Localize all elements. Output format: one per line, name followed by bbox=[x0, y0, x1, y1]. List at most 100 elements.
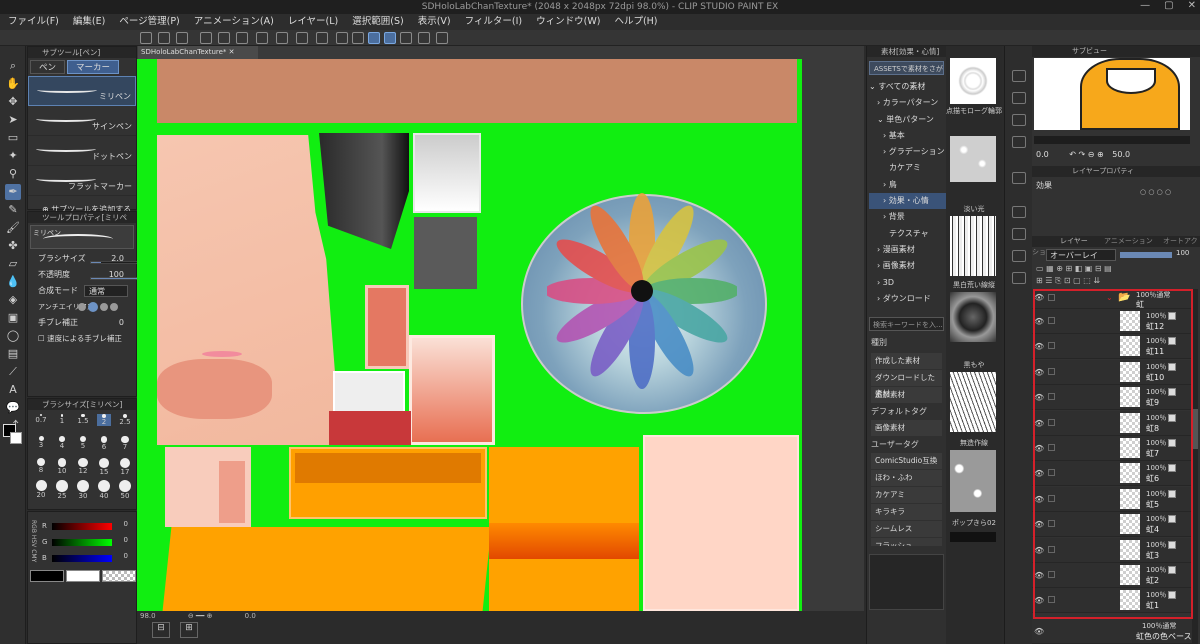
deselect-icon[interactable] bbox=[336, 32, 348, 44]
speed-stabilization-row[interactable]: ☐ 速度による手ブレ補正 bbox=[28, 331, 136, 347]
operation-tool-icon[interactable]: ➤ bbox=[5, 112, 21, 128]
tab-pen[interactable]: ペン bbox=[30, 60, 66, 74]
material-thumb-4[interactable] bbox=[950, 292, 996, 342]
brush-size-option[interactable]: 50 bbox=[118, 480, 132, 500]
auto-select-tool-icon[interactable]: ✦ bbox=[5, 148, 21, 164]
main-color-chip[interactable] bbox=[30, 570, 64, 582]
info-icon[interactable] bbox=[1012, 114, 1026, 126]
nav-angle[interactable]: 0.0 bbox=[1036, 150, 1049, 159]
aa-weak-option[interactable] bbox=[88, 302, 98, 312]
ruler-tool-icon[interactable]: ⟋ bbox=[5, 364, 21, 380]
fill-icon[interactable] bbox=[296, 32, 308, 44]
subtool-item-flatmarker[interactable]: フラットマーカー bbox=[28, 166, 136, 196]
aa-medium-option[interactable] bbox=[100, 303, 108, 311]
menu-selection[interactable]: 選択範囲(S) bbox=[352, 14, 403, 30]
brush-size-option[interactable]: 0.7 bbox=[34, 414, 48, 424]
rotate-icons[interactable]: ↶ ↷ ⊖ ⊕ bbox=[1069, 150, 1103, 159]
redo-icon[interactable] bbox=[236, 32, 248, 44]
new-icon[interactable] bbox=[140, 32, 152, 44]
clear-icon[interactable] bbox=[276, 32, 288, 44]
maximize-icon[interactable]: ▢ bbox=[1164, 0, 1173, 14]
opacity-row[interactable]: 不透明度 100 bbox=[28, 267, 140, 283]
material-search-input[interactable]: 検索キーワードを入... bbox=[869, 317, 944, 332]
save-icon[interactable] bbox=[176, 32, 188, 44]
tree-image[interactable]: › 画像素材 bbox=[869, 258, 946, 274]
tree-effect[interactable]: › 効果・心情 bbox=[869, 193, 946, 210]
menu-layer[interactable]: レイヤー(L) bbox=[288, 14, 338, 30]
tree-manga[interactable]: › 漫画素材 bbox=[869, 242, 946, 258]
settings-icon[interactable] bbox=[256, 32, 268, 44]
material-thumb-1[interactable] bbox=[950, 58, 996, 104]
pen-tool-icon[interactable]: ✒ bbox=[5, 184, 21, 200]
nav-zoom[interactable]: 50.0 bbox=[1112, 150, 1130, 159]
search-layer-icon[interactable] bbox=[1012, 206, 1026, 218]
airbrush-tool-icon[interactable]: ✤ bbox=[5, 238, 21, 254]
tree-all[interactable]: ⌄ すべての素材 bbox=[869, 79, 946, 95]
aa-strong-option[interactable] bbox=[110, 303, 118, 311]
tag-seamless[interactable]: シームレス bbox=[871, 521, 942, 538]
text-tool-icon[interactable]: A bbox=[5, 382, 21, 398]
tag-image-material[interactable]: 画像素材 bbox=[871, 420, 942, 437]
snap-grid-icon[interactable] bbox=[400, 32, 412, 44]
transparent-color-chip[interactable] bbox=[102, 570, 136, 582]
brush-size-option[interactable]: 1.5 bbox=[76, 414, 90, 425]
tree-basic[interactable]: › 基本 bbox=[869, 128, 946, 144]
tab-marker[interactable]: マーカー bbox=[67, 60, 120, 74]
stabilization-row[interactable]: 手ブレ補正 0 bbox=[28, 315, 136, 331]
tree-download[interactable]: › ダウンロード bbox=[869, 291, 946, 307]
menu-file[interactable]: ファイル(F) bbox=[8, 14, 59, 30]
subtool-item-millipen[interactable]: ミリペン bbox=[28, 76, 136, 106]
tag-fuwa[interactable]: ほわ・ふわ bbox=[871, 470, 942, 487]
brush-size-option[interactable]: 25 bbox=[55, 480, 69, 500]
color-mode-hsv[interactable]: HSV bbox=[30, 535, 37, 547]
material-thumb-3[interactable] bbox=[950, 216, 996, 276]
brush-size-option[interactable]: 17 bbox=[118, 458, 132, 476]
material-thumb-2[interactable] bbox=[950, 136, 996, 182]
snap-special-ruler-icon[interactable] bbox=[384, 32, 396, 44]
subview-preview[interactable] bbox=[1034, 58, 1190, 130]
assets-icon[interactable] bbox=[436, 32, 448, 44]
eyedropper-tool-icon[interactable]: ⚲ bbox=[5, 166, 21, 182]
brush-size-option[interactable]: 2.5 bbox=[118, 414, 132, 426]
canvas-artwork[interactable] bbox=[137, 59, 802, 611]
auto-action-icon[interactable] bbox=[1012, 272, 1026, 284]
tree-kakeami[interactable]: カケアミ bbox=[869, 160, 946, 176]
brush-size-row[interactable]: ブラシサイズ 2.0 bbox=[28, 251, 140, 267]
frame-tool-icon[interactable]: ▤ bbox=[5, 346, 21, 362]
red-slider-row[interactable]: R 0 bbox=[42, 520, 134, 536]
selection-tool-icon[interactable]: ▭ bbox=[5, 130, 21, 146]
effect-buttons[interactable]: ○ ○ ○ ○ bbox=[1140, 188, 1194, 198]
tree-bird[interactable]: › 鳥 bbox=[869, 177, 946, 193]
figure-tool-icon[interactable]: ◯ bbox=[5, 328, 21, 344]
hand-tool-icon[interactable]: ✋ bbox=[5, 76, 21, 92]
undo-icon[interactable] bbox=[218, 32, 230, 44]
tag-kirakira[interactable]: キラキラ bbox=[871, 504, 942, 521]
color-mode-rgb[interactable]: RGB bbox=[30, 520, 37, 533]
fill-tool-icon[interactable]: ◈ bbox=[5, 292, 21, 308]
tag-comicstudio[interactable]: ComicStudio互換 bbox=[871, 453, 942, 470]
brush-size-option[interactable]: 4 bbox=[55, 436, 69, 450]
zoom-value[interactable]: 98.0 bbox=[140, 612, 156, 620]
tree-3d[interactable]: › 3D bbox=[869, 275, 946, 291]
menu-page[interactable]: ページ管理(P) bbox=[119, 14, 179, 30]
tree-mono-pattern[interactable]: ⌄ 単色パターン bbox=[869, 112, 946, 128]
green-slider-row[interactable]: G 0 bbox=[42, 536, 134, 552]
brush-size-option[interactable]: 6 bbox=[97, 436, 111, 451]
subview-icon[interactable] bbox=[1012, 70, 1026, 82]
eraser-tool-icon[interactable]: ▱ bbox=[5, 256, 21, 272]
zoom-tool-icon[interactable]: ⌕ bbox=[5, 58, 21, 74]
brush-size-option[interactable]: 2 bbox=[97, 414, 111, 426]
snap-ruler-icon[interactable] bbox=[368, 32, 380, 44]
material-thumb-7[interactable] bbox=[950, 532, 996, 542]
menu-view[interactable]: 表示(V) bbox=[418, 14, 451, 30]
layer-opacity-value[interactable]: 100 bbox=[1176, 249, 1189, 257]
brush-size-option[interactable]: 30 bbox=[76, 480, 90, 500]
brush-size-option[interactable]: 20 bbox=[34, 480, 48, 499]
material-thumb-5[interactable] bbox=[950, 372, 996, 432]
transform-icon[interactable] bbox=[316, 32, 328, 44]
panel-toggle-icon[interactable]: ⊟ bbox=[152, 622, 170, 638]
brush-size-option[interactable]: 10 bbox=[55, 458, 69, 475]
tree-gradation[interactable]: › グラデーション bbox=[869, 144, 946, 160]
brush-size-option[interactable]: 5 bbox=[76, 436, 90, 450]
blue-slider-row[interactable]: B 0 bbox=[42, 552, 134, 568]
